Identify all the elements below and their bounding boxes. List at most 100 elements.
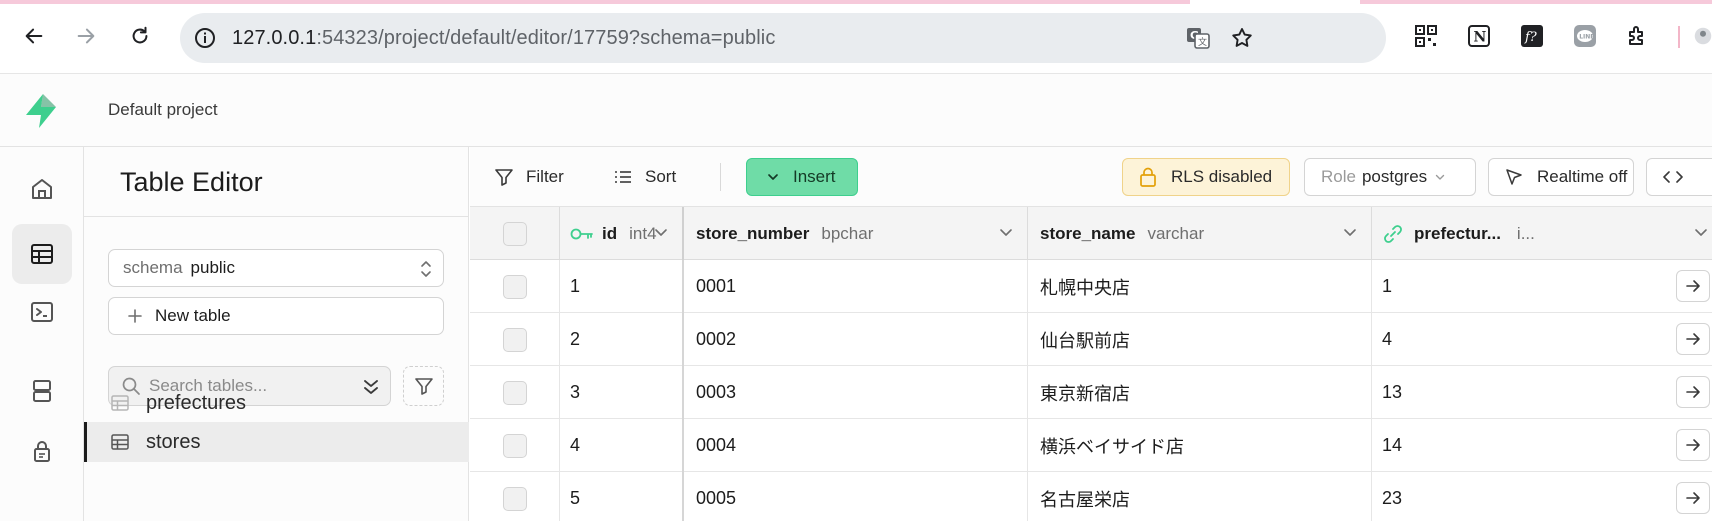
api-docs-button[interactable] [1646, 158, 1712, 196]
row-checkbox[interactable] [502, 486, 527, 511]
table-row[interactable]: 4 0004 横浜ベイサイド店 14 [470, 419, 1712, 472]
row-select-cell [470, 260, 560, 313]
table-list-item-label: prefectures [146, 391, 247, 414]
schema-select[interactable]: schema public [108, 249, 444, 287]
address-bar[interactable]: 127.0.0.1:54323/project/default/editor/1… [180, 13, 1386, 63]
schema-label: schema [123, 258, 183, 277]
qr-code-extension-icon[interactable] [1412, 22, 1440, 50]
line-extension-icon[interactable]: LINE [1571, 22, 1599, 50]
column-header-prefecture[interactable]: prefectur... i... [1372, 207, 1712, 260]
cell-store-name[interactable]: 横浜ベイサイド店 [1028, 419, 1372, 472]
nav-sql-editor[interactable] [12, 282, 72, 342]
column-header-id[interactable]: id int4 [560, 207, 684, 260]
row-checkbox[interactable] [502, 380, 527, 405]
select-all-checkbox[interactable] [502, 221, 527, 246]
row-select-cell [470, 313, 560, 366]
cell-store-number[interactable]: 0003 [684, 366, 1028, 419]
rls-status-button[interactable]: RLS disabled [1122, 158, 1290, 196]
table-row[interactable]: 2 0002 仙台駅前店 4 [470, 313, 1712, 366]
row-checkbox[interactable] [502, 274, 527, 299]
nav-database[interactable] [12, 361, 72, 421]
cell-prefecture-value: 14 [1382, 435, 1403, 455]
cell-store-number[interactable]: 0001 [684, 260, 1028, 313]
extensions-puzzle-icon[interactable] [1624, 22, 1652, 50]
cell-store-name[interactable]: 仙台駅前店 [1028, 313, 1372, 366]
project-name[interactable]: Default project [108, 100, 218, 120]
supabase-logo-icon[interactable] [22, 92, 60, 130]
cell-prefecture[interactable]: 23 [1372, 472, 1712, 521]
realtime-toggle-button[interactable]: Realtime off [1488, 158, 1634, 196]
cell-id[interactable]: 5 [560, 472, 684, 521]
chevron-down-icon[interactable] [1694, 227, 1708, 239]
cell-id[interactable]: 3 [560, 366, 684, 419]
column-name: store_name [1040, 223, 1136, 243]
reload-button[interactable] [122, 18, 158, 54]
back-button[interactable] [16, 18, 52, 54]
formula-extension-icon[interactable]: f? [1518, 22, 1546, 50]
row-select-cell [470, 472, 560, 521]
table-row[interactable]: 1 0001 札幌中央店 1 [470, 260, 1712, 313]
chevron-down-icon[interactable] [999, 227, 1013, 239]
filter-button[interactable]: Filter [494, 159, 564, 195]
cell-store-name[interactable]: 札幌中央店 [1028, 260, 1372, 313]
star-icon[interactable] [1224, 13, 1260, 63]
cell-prefecture-value: 1 [1382, 276, 1393, 296]
database-icon [33, 380, 51, 402]
filter-icon [495, 169, 513, 186]
table-row[interactable]: 3 0003 東京新宿店 13 [470, 366, 1712, 419]
cell-prefecture[interactable]: 13 [1372, 366, 1712, 419]
arrow-right-icon [1686, 492, 1700, 504]
table-row[interactable]: 5 0005 名古屋栄店 23 [470, 472, 1712, 521]
table-list-item-prefectures[interactable]: prefectures [84, 383, 469, 423]
lock-icon [34, 441, 50, 462]
svg-text:文: 文 [1198, 36, 1207, 48]
table-icon [111, 434, 129, 450]
open-reference-button[interactable] [1676, 376, 1710, 408]
profile-avatar[interactable] [1694, 22, 1712, 50]
cell-id[interactable]: 1 [560, 260, 684, 313]
open-reference-button[interactable] [1676, 323, 1710, 355]
role-select[interactable]: Role postgres [1304, 158, 1476, 196]
row-checkbox[interactable] [502, 327, 527, 352]
chevron-down-icon [1435, 174, 1445, 180]
reload-icon [132, 26, 148, 44]
nav-auth[interactable] [12, 421, 72, 481]
cell-store-number[interactable]: 0002 [684, 313, 1028, 366]
forward-button[interactable] [68, 18, 104, 54]
cell-prefecture[interactable]: 14 [1372, 419, 1712, 472]
cell-store-name[interactable]: 東京新宿店 [1028, 366, 1372, 419]
chevron-down-icon [768, 174, 778, 180]
chevron-down-icon[interactable] [654, 227, 668, 239]
table-list-item-stores[interactable]: stores [84, 422, 469, 462]
cell-id[interactable]: 2 [560, 313, 684, 366]
chevron-down-icon[interactable] [1343, 227, 1357, 239]
sort-button[interactable]: Sort [613, 159, 676, 195]
column-name: id [602, 223, 618, 243]
column-header-store-number[interactable]: store_number bpchar [684, 207, 1028, 260]
cell-store-name[interactable]: 名古屋栄店 [1028, 472, 1372, 521]
arrow-right-icon [77, 28, 95, 44]
open-reference-button[interactable] [1676, 270, 1710, 302]
open-reference-button[interactable] [1676, 429, 1710, 461]
role-label: Role [1321, 167, 1356, 186]
cell-id[interactable]: 4 [560, 419, 684, 472]
open-reference-button[interactable] [1676, 482, 1710, 514]
row-checkbox[interactable] [502, 433, 527, 458]
notion-extension-icon[interactable]: N [1465, 22, 1493, 50]
cell-store-number[interactable]: 0004 [684, 419, 1028, 472]
cell-prefecture[interactable]: 4 [1372, 313, 1712, 366]
table-icon [31, 244, 53, 264]
app-header: Default project [0, 74, 1712, 147]
column-header-store-name[interactable]: store_name varchar [1028, 207, 1372, 260]
cell-prefecture-value: 4 [1382, 329, 1393, 349]
nav-home[interactable] [12, 159, 72, 219]
cell-store-number[interactable]: 0005 [684, 472, 1028, 521]
cell-prefecture[interactable]: 1 [1372, 260, 1712, 313]
nav-table-editor[interactable] [12, 224, 72, 284]
toolbar-divider [1678, 26, 1680, 48]
site-info-icon[interactable] [192, 25, 218, 51]
insert-button[interactable]: Insert [746, 158, 858, 196]
translate-icon[interactable]: G文 [1180, 13, 1216, 63]
url-text[interactable]: 127.0.0.1:54323/project/default/editor/1… [232, 27, 775, 50]
new-table-button[interactable]: New table [108, 297, 444, 335]
